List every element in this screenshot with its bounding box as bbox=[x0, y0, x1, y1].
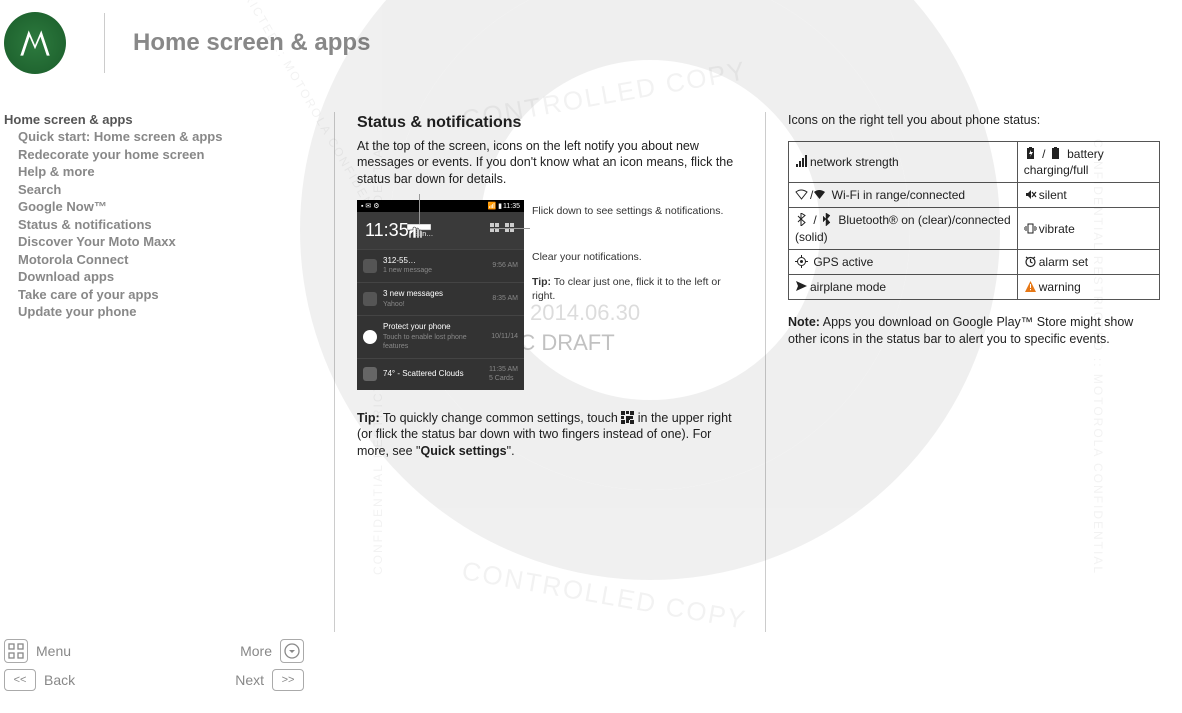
sidebar-item[interactable]: Download apps bbox=[4, 268, 334, 286]
header-divider bbox=[104, 13, 105, 73]
battery-charging-icon bbox=[1024, 147, 1037, 160]
section-heading: Status & notifications bbox=[357, 112, 743, 134]
page-title: Home screen & apps bbox=[133, 29, 370, 57]
sidebar-item[interactable]: Search bbox=[4, 181, 334, 199]
sidebar-item[interactable]: Motorola Connect bbox=[4, 251, 334, 269]
next-button[interactable]: >> bbox=[272, 669, 304, 691]
sidebar-item[interactable]: Discover Your Moto Maxx bbox=[4, 233, 334, 251]
notification-row: 312-55…1 new message 9:56 AM bbox=[357, 249, 524, 282]
more-label: More bbox=[240, 643, 272, 659]
sidebar: Home screen & apps Quick start: Home scr… bbox=[4, 112, 334, 632]
motorola-logo bbox=[4, 12, 66, 74]
sidebar-item[interactable]: Redecorate your home screen bbox=[4, 146, 334, 164]
status-left-icons: ▪ ✉ ⚙ bbox=[361, 202, 380, 211]
drag-hand-icon bbox=[407, 224, 431, 242]
silent-icon bbox=[1024, 188, 1037, 201]
note-text: Note: Apps you download on Google Play™ … bbox=[788, 314, 1160, 348]
back-label: Back bbox=[44, 672, 75, 688]
clear-tiles-icon bbox=[490, 223, 516, 237]
notification-row: 3 new messagesYahoo! 8:35 AM bbox=[357, 282, 524, 315]
column-1: Status & notifications At the top of the… bbox=[335, 112, 765, 632]
moto-icon bbox=[363, 330, 377, 344]
bluetooth-outline-icon bbox=[795, 213, 808, 226]
wifi-outline-icon bbox=[795, 188, 808, 201]
message-icon bbox=[363, 259, 377, 273]
body-text: At the top of the screen, icons on the l… bbox=[357, 138, 743, 189]
header: Home screen & apps bbox=[0, 0, 1182, 92]
sidebar-item[interactable]: Google Now™ bbox=[4, 198, 334, 216]
column-2: Icons on the right tell you about phone … bbox=[766, 112, 1182, 632]
next-label: Next bbox=[235, 672, 264, 688]
phone-mock: ▪ ✉ ⚙ 📶 ▮ 11:35 11:35 Sun… 312-55…1 new … bbox=[357, 200, 524, 389]
warning-icon bbox=[1024, 280, 1037, 293]
annotation: Tip: To clear just one, flick it to the … bbox=[532, 275, 743, 303]
settings-tiles-icon bbox=[621, 411, 634, 424]
annotation: Flick down to see settings & notificatio… bbox=[532, 204, 743, 218]
airplane-icon bbox=[795, 280, 808, 293]
battery-full-icon bbox=[1049, 147, 1062, 160]
menu-label: Menu bbox=[36, 643, 71, 659]
alarm-icon bbox=[1024, 255, 1037, 268]
bluetooth-solid-icon bbox=[820, 213, 833, 226]
tip-text: Tip: To quickly change common settings, … bbox=[357, 410, 743, 461]
sidebar-item[interactable]: Take care of your apps bbox=[4, 286, 334, 304]
back-button[interactable]: << bbox=[4, 669, 36, 691]
menu-button[interactable] bbox=[4, 639, 28, 663]
footer-nav: Menu More << Back Next >> bbox=[4, 633, 304, 691]
sidebar-heading[interactable]: Home screen & apps bbox=[4, 112, 334, 127]
body-text: Icons on the right tell you about phone … bbox=[788, 112, 1160, 129]
more-button[interactable] bbox=[280, 639, 304, 663]
sidebar-item[interactable]: Help & more bbox=[4, 163, 334, 181]
notification-row: Protect your phoneTouch to enable lost p… bbox=[357, 315, 524, 358]
gps-icon bbox=[795, 255, 808, 268]
wifi-solid-icon bbox=[813, 188, 826, 201]
status-right-icons: 📶 ▮ 11:35 bbox=[487, 202, 520, 211]
weather-icon bbox=[363, 367, 377, 381]
notification-row: 74° - Scattered Clouds 11:35 AM 5 Cards bbox=[357, 358, 524, 390]
status-icons-table: network strength / battery charging/full… bbox=[788, 141, 1160, 300]
sidebar-item[interactable]: Update your phone bbox=[4, 303, 334, 321]
vibrate-icon bbox=[1024, 222, 1037, 235]
mail-icon bbox=[363, 292, 377, 306]
signal-icon bbox=[795, 155, 808, 168]
sidebar-item[interactable]: Quick start: Home screen & apps bbox=[4, 128, 334, 146]
sidebar-item[interactable]: Status & notifications bbox=[4, 216, 334, 234]
annotation: Clear your notifications. bbox=[532, 250, 743, 264]
